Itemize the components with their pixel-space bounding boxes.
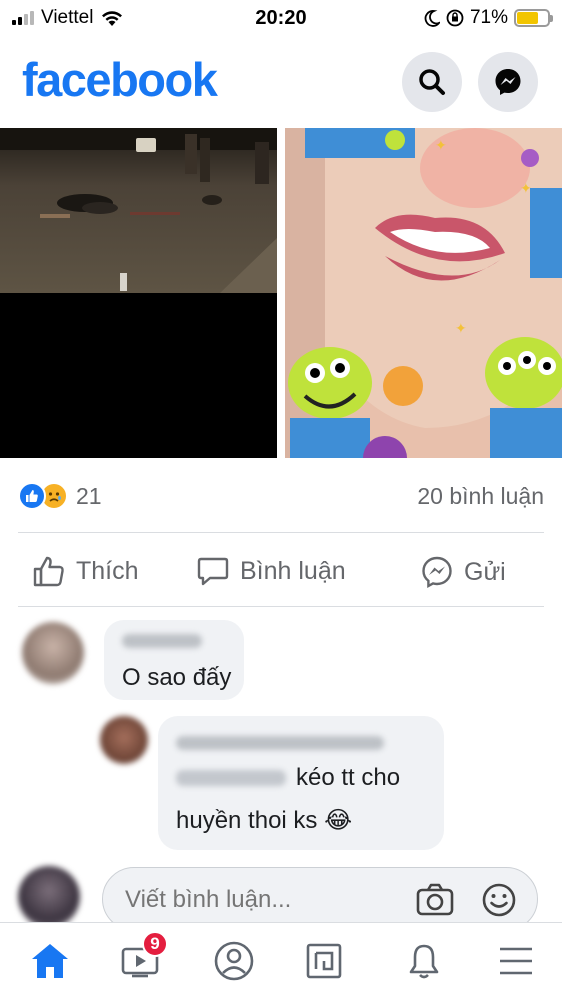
reply-author-name[interactable]	[176, 736, 384, 750]
reaction-count: 21	[76, 482, 102, 509]
like-label: Thích	[76, 556, 139, 585]
avatar[interactable]	[22, 622, 84, 684]
comment-button[interactable]: Bình luận	[196, 555, 346, 587]
girl-sticker-image: ✦ ✦ ✦	[285, 128, 562, 458]
laughing-emoji-icon: 😂	[324, 807, 353, 834]
carrier-label: Viettel	[41, 7, 94, 28]
send-button[interactable]: Gửi	[420, 555, 506, 589]
road-scene-image	[0, 128, 277, 458]
hamburger-menu-icon	[500, 947, 532, 975]
battery-icon	[514, 9, 553, 27]
notification-badge: 9	[142, 931, 168, 957]
comment-label: Bình luận	[240, 556, 346, 585]
reply-text-line-1: kéo tt cho	[296, 764, 401, 791]
moon-icon	[424, 10, 440, 27]
wifi-icon	[102, 11, 123, 26]
post-photo-1[interactable]	[0, 128, 277, 458]
sticker-smile-icon[interactable]	[481, 882, 517, 918]
like-button[interactable]: Thích	[32, 555, 139, 587]
pages-icon	[306, 943, 342, 979]
messenger-icon	[495, 69, 521, 95]
facebook-logo[interactable]: facebook	[22, 52, 218, 107]
mention-tag[interactable]	[176, 770, 286, 786]
post-photo-2[interactable]: ✦ ✦ ✦	[285, 128, 562, 458]
svg-text:✦: ✦	[520, 180, 532, 196]
clock: 20:20	[255, 6, 307, 29]
bell-icon	[409, 944, 439, 979]
current-user-avatar[interactable]	[18, 866, 80, 928]
comment-input[interactable]	[125, 886, 405, 914]
reply-text-line-2: huyền thoi ks 😂	[176, 807, 353, 834]
comment-author-name[interactable]	[122, 634, 202, 648]
profile-icon	[214, 941, 254, 981]
app-header: facebook	[0, 48, 562, 116]
search-icon	[419, 69, 445, 95]
search-button[interactable]	[402, 52, 462, 112]
send-label: Gửi	[464, 557, 506, 586]
thumbs-up-icon	[33, 556, 64, 587]
alien-sticker-left	[288, 347, 372, 458]
avatar[interactable]	[100, 716, 148, 764]
status-bar: Viettel 20:20 71%	[0, 0, 562, 36]
nav-home[interactable]	[26, 937, 74, 985]
svg-text:✦: ✦	[455, 320, 467, 336]
alien-sticker-right	[485, 337, 562, 458]
camera-icon[interactable]	[415, 882, 455, 918]
rotation-lock-icon	[446, 9, 464, 27]
signal-icon	[12, 11, 34, 25]
messenger-outline-icon	[422, 556, 452, 589]
nav-pages[interactable]	[300, 937, 348, 985]
divider	[18, 532, 544, 533]
like-reaction-icon	[18, 482, 46, 510]
comment-icon	[197, 557, 229, 586]
home-icon	[32, 944, 68, 978]
nav-profile[interactable]	[210, 937, 258, 985]
comment-text: O sao đấy	[122, 664, 232, 691]
nav-watch[interactable]: 9	[116, 931, 168, 985]
comment-count-link[interactable]: 20 bình luận	[417, 483, 544, 510]
nav-menu[interactable]	[492, 937, 540, 985]
post-action-bar: Thích Bình luận Gửi	[0, 545, 562, 601]
reactions-summary[interactable]: 21 20 bình luận	[18, 479, 544, 513]
divider	[18, 606, 544, 607]
svg-text:✦: ✦	[435, 137, 447, 153]
battery-percent: 71%	[469, 7, 508, 28]
nav-notifications[interactable]	[400, 937, 448, 985]
bottom-navigation: 9	[0, 922, 562, 1000]
messenger-button[interactable]	[478, 52, 538, 112]
